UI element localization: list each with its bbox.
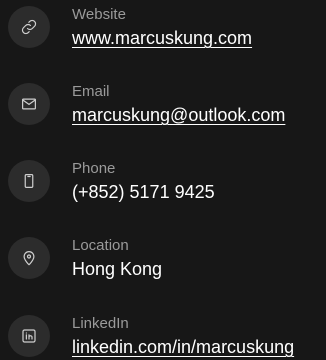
location-value: Hong Kong — [72, 259, 163, 279]
contact-item-linkedin: LinkedIn linkedin.com/in/marcuskung — [0, 315, 326, 360]
contact-item-website: Website www.marcuskung.com — [0, 6, 326, 56]
contact-info-list: Website www.marcuskung.com Email marcusk… — [0, 0, 326, 360]
contact-item-location: Location Hong Kong — [0, 237, 326, 287]
linkedin-link[interactable]: linkedin.com/in/marcuskung — [72, 336, 294, 358]
website-link[interactable]: www.marcuskung.com — [72, 27, 252, 49]
location-pin-icon — [8, 237, 50, 279]
email-label: Email — [72, 83, 110, 100]
link-icon — [8, 6, 50, 48]
contact-item-email: Email marcuskung@outlook.com — [0, 83, 326, 133]
phone-value: (+852) 5171 9425 — [72, 182, 215, 202]
phone-icon — [8, 160, 50, 202]
phone-label: Phone — [72, 160, 116, 177]
mail-icon — [8, 83, 50, 125]
contact-item-phone: Phone (+852) 5171 9425 — [0, 160, 326, 210]
linkedin-label: LinkedIn — [72, 315, 129, 332]
email-link[interactable]: marcuskung@outlook.com — [72, 104, 285, 126]
location-label: Location — [72, 237, 129, 254]
linkedin-icon — [8, 315, 50, 357]
website-label: Website — [72, 6, 126, 23]
